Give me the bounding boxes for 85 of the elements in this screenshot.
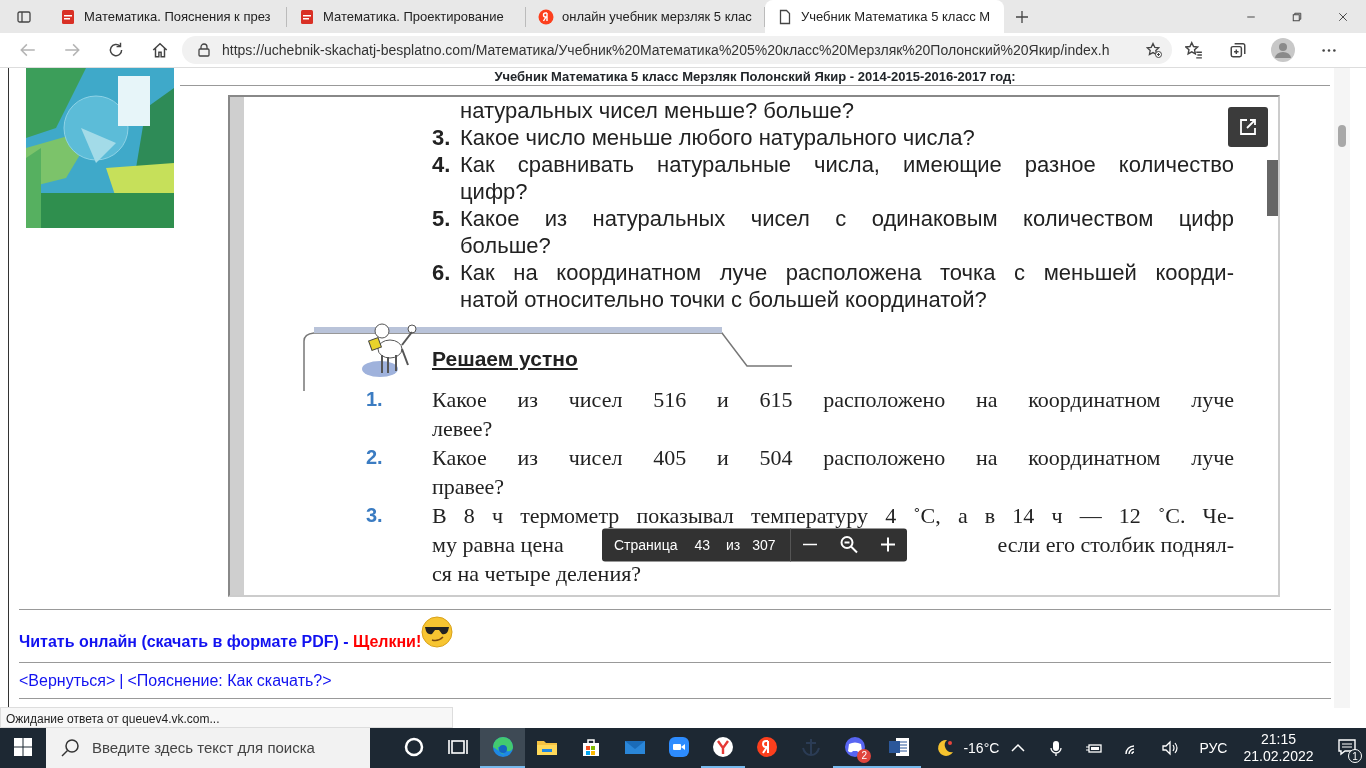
text-line: натой относительно точки с большей координатой? xyxy=(460,286,988,313)
search-field[interactable]: Введите здесь текст для поиска xyxy=(46,728,370,768)
close-icon xyxy=(1337,10,1349,23)
restore-icon xyxy=(1291,10,1303,23)
text-line: Какое из чисел 405 и 504 расположено на координатном луче xyxy=(432,444,1234,472)
browser-tab[interactable]: Учебник Математика 5 класс М xyxy=(765,0,1004,33)
page-heading: Учебник Математика 5 класс Мерзляк Полонский Якир - 2014-2015-2016-2017 год: xyxy=(493,68,1017,84)
text-line: Какое число меньше любого натурального числа? xyxy=(460,124,976,151)
circle-logo-icon xyxy=(756,736,779,758)
page-of-label: из xyxy=(726,535,741,555)
notification-badge: 1 xyxy=(1347,749,1362,763)
moon-icon xyxy=(935,738,956,758)
browser-tab[interactable]: Математика. Пояснения к през xyxy=(48,6,287,27)
text-line: Как сравнивать натуральные числа, имеющие разное количество xyxy=(460,151,1234,178)
page-number: 43 xyxy=(694,535,711,555)
clock-date[interactable]: 21.02.2022 xyxy=(1243,748,1314,765)
text-line: цифр? xyxy=(460,178,529,205)
text-line: Как на координатном луче расположена точка с меньшей коорди- xyxy=(460,259,1234,286)
windows-logo-icon xyxy=(14,738,32,756)
question-number: 4. xyxy=(432,151,452,179)
open-external-button[interactable] xyxy=(1228,107,1268,147)
address-bar[interactable]: https://uchebnik-skachatj-besplatno.com/Математика/Учебник%20Математика%205%20класс%20Мерзляк%20Полонский%20Якир/index.h xyxy=(182,36,1172,64)
circle-icon xyxy=(403,736,426,758)
profile-avatar[interactable] xyxy=(1271,38,1295,62)
exercise-number: 1. xyxy=(366,387,384,412)
page-total: 307 xyxy=(752,535,776,555)
link-separator: | xyxy=(119,670,124,691)
document-icon xyxy=(60,8,76,25)
taskbar-app[interactable]: 2 xyxy=(833,728,878,768)
text-line: Какое из натуральных чисел с одинаковым количеством цифр xyxy=(460,205,1234,232)
question-number: 3. xyxy=(432,124,452,151)
favorites-icon xyxy=(1185,41,1203,59)
section-heading: Решаем устно xyxy=(432,346,578,372)
circle-logo-icon xyxy=(538,8,554,25)
browser-tab[interactable]: онлайн учебник мерзляк 5 клас xyxy=(526,6,765,27)
search-icon xyxy=(60,738,80,758)
game-controller-icon xyxy=(844,736,867,758)
weather-temperature[interactable]: -16°C xyxy=(963,737,1000,759)
question-number: 6. xyxy=(432,259,452,287)
add-favorite-icon[interactable] xyxy=(1146,42,1162,58)
browser-tab[interactable]: Математика. Проектирование xyxy=(287,6,526,27)
sunglasses-smiley-icon xyxy=(421,616,454,648)
language-indicator[interactable]: РУС xyxy=(1199,737,1228,759)
home-icon xyxy=(151,41,169,59)
exercise-number: 2. xyxy=(366,445,384,470)
page-label: Страница xyxy=(614,535,678,555)
plus-icon xyxy=(1014,8,1030,25)
text-line: левее? xyxy=(432,415,494,443)
nav-link[interactable]: <Пояснение: Как скачать?> xyxy=(127,668,332,693)
document-icon xyxy=(299,8,315,25)
status-text: Ожидание ответа от queuev4.vk.com... xyxy=(0,707,453,728)
lock-icon xyxy=(196,42,212,58)
minus-icon xyxy=(803,543,817,546)
speaker-icon[interactable] xyxy=(1161,739,1180,757)
text-line: если его столбик поднял- xyxy=(997,531,1234,559)
external-link-icon xyxy=(1238,117,1258,137)
more-icon xyxy=(1322,48,1336,52)
forward-arrow-icon xyxy=(63,41,81,59)
reload-icon xyxy=(107,41,125,59)
text-line: му равна цена xyxy=(432,531,564,559)
document-icon xyxy=(888,736,911,758)
text-line: В 8 ч термометр показывал температуру 4 ˚С, а в 14 ч — 12 ˚С. Че- xyxy=(432,502,1234,530)
collections-icon xyxy=(1229,41,1247,59)
text-line: правее? xyxy=(432,473,506,501)
text-line: натуральных чисел меньше? больше? xyxy=(460,97,854,124)
clock-time[interactable]: 21:15 xyxy=(1260,731,1296,748)
exercise-number: 3. xyxy=(366,503,384,528)
text-line: Какое из чисел 516 и 615 расположено на координатном луче xyxy=(432,386,1234,414)
anchor-icon xyxy=(800,736,823,758)
read-online-link[interactable]: Читать онлайн (скачать в формате PDF) - Щелкни! xyxy=(19,630,422,654)
notification-badge: 2 xyxy=(857,749,872,763)
notifications-button[interactable]: 1 xyxy=(1327,728,1366,768)
scrollbar-thumb[interactable] xyxy=(1338,125,1346,147)
magnifier-icon xyxy=(838,534,859,555)
text-line: больше? xyxy=(460,232,552,259)
video-camera-icon xyxy=(667,736,690,758)
page-icon xyxy=(777,8,793,25)
browser-swirl-icon xyxy=(491,736,514,758)
text-line: ся на четыре деления? xyxy=(432,560,643,588)
question-number: 5. xyxy=(432,205,452,233)
scrollbar-thumb[interactable] xyxy=(1267,160,1278,216)
back-arrow-icon xyxy=(19,41,37,59)
nav-link[interactable]: <Вернуться> xyxy=(19,668,116,693)
round-logo-icon xyxy=(712,736,734,758)
tab-actions-icon xyxy=(16,8,32,25)
